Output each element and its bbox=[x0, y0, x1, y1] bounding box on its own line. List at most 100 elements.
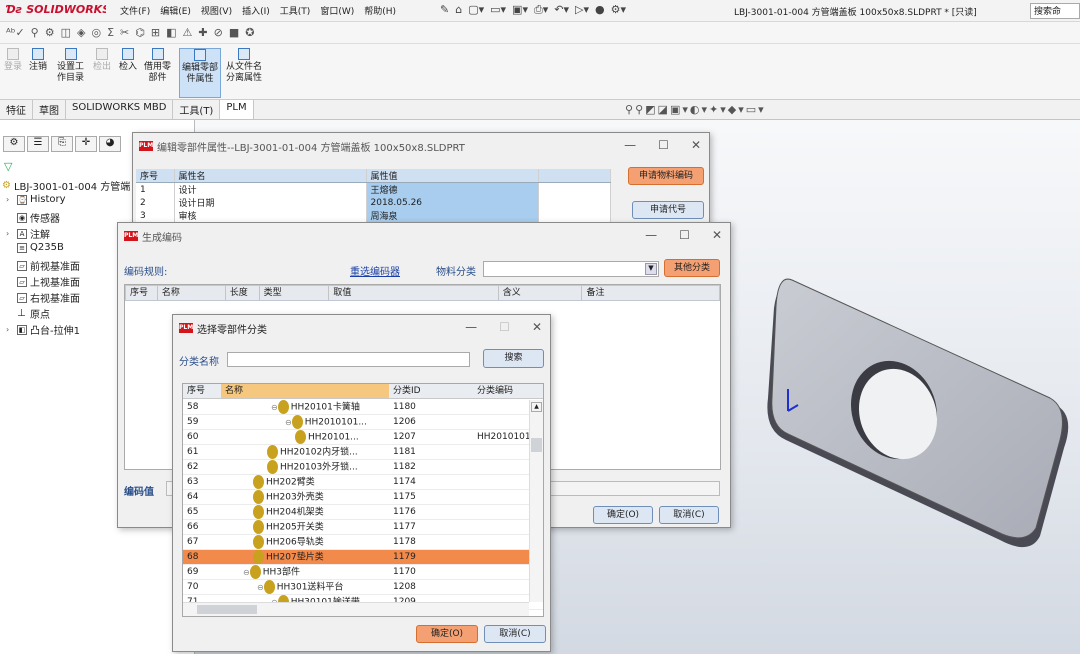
table-row[interactable]: 65 HH204机架类 1176 bbox=[183, 505, 543, 520]
reselect-encoder-link[interactable]: 重选编码器 bbox=[350, 263, 400, 278]
table-row[interactable]: 62 HH20103外牙锁... 1182 bbox=[183, 460, 543, 475]
new-icon[interactable]: ▢▾ bbox=[468, 3, 484, 19]
checkout-button[interactable]: 检出 bbox=[93, 48, 111, 73]
menu-insert[interactable]: 插入(I) bbox=[242, 4, 270, 18]
rebuild-icon[interactable]: ● bbox=[595, 3, 605, 19]
table-row[interactable]: 1 设计 王熔德 bbox=[136, 182, 611, 196]
ok-button[interactable]: 确定(O) bbox=[593, 506, 653, 524]
table-row[interactable]: 59 ⊖ HH2010101... 1206 bbox=[183, 415, 543, 430]
property-value[interactable]: 周海泉 bbox=[366, 209, 539, 222]
tab-plm[interactable]: PLM bbox=[220, 100, 254, 119]
select-icon[interactable]: ▷▾ bbox=[575, 3, 589, 19]
vertical-scrollbar[interactable]: ▲ bbox=[529, 400, 543, 602]
close-icon[interactable]: ✕ bbox=[691, 138, 701, 152]
tool-icon[interactable]: ■ bbox=[229, 26, 239, 39]
apply-material-code-button[interactable]: 申请物料编码 bbox=[628, 167, 704, 185]
menu-window[interactable]: 窗口(W) bbox=[320, 4, 354, 18]
table-row[interactable]: 63 HH202臂类 1174 bbox=[183, 475, 543, 490]
hide-icon[interactable]: ✦▾ bbox=[709, 103, 728, 116]
tree-root[interactable]: ⚙ LBJ-3001-01-004 方管端 bbox=[2, 178, 130, 193]
tree-item-front-plane[interactable]: ▱ 前视基准面 bbox=[6, 258, 80, 273]
collapse-icon[interactable]: ⊖ bbox=[281, 418, 292, 427]
expand-arrow-icon[interactable]: › bbox=[6, 229, 14, 238]
close-icon[interactable]: ✕ bbox=[712, 228, 722, 242]
tool-icon[interactable]: ◫ bbox=[61, 26, 71, 39]
logout-button[interactable]: 注销 bbox=[29, 48, 47, 73]
appearance-icon[interactable]: ◆▾ bbox=[728, 103, 746, 116]
open-icon[interactable]: ▭▾ bbox=[490, 3, 506, 19]
menu-edit[interactable]: 编辑(E) bbox=[160, 4, 191, 18]
table-row[interactable]: 66 HH205开关类 1177 bbox=[183, 520, 543, 535]
save-icon[interactable]: ▣▾ bbox=[512, 3, 528, 19]
options-icon[interactable]: ⚙▾ bbox=[611, 3, 626, 19]
set-workdir-button[interactable]: 设置工 作目录 bbox=[57, 48, 84, 84]
tree-item-top-plane[interactable]: ▱ 上视基准面 bbox=[6, 274, 80, 289]
tool-icon[interactable]: ⌬ bbox=[135, 26, 145, 39]
expand-arrow-icon[interactable]: › bbox=[6, 195, 14, 204]
maximize-icon[interactable]: ☐ bbox=[499, 320, 510, 334]
tree-item-right-plane[interactable]: ▱ 右视基准面 bbox=[6, 290, 80, 305]
tab-features[interactable]: 特征 bbox=[0, 100, 33, 119]
h-scroll-thumb[interactable] bbox=[197, 605, 257, 614]
tree-item-sensors[interactable]: ◉ 传感器 bbox=[6, 210, 60, 225]
filter-icon[interactable]: ▽ bbox=[4, 160, 12, 173]
tab-mbd[interactable]: SOLIDWORKS MBD bbox=[66, 100, 174, 119]
login-button[interactable]: 登录 bbox=[4, 48, 22, 73]
tool-icon[interactable]: ✂ bbox=[120, 26, 129, 39]
home-icon[interactable]: ⌂ bbox=[455, 3, 462, 19]
tool-icon[interactable]: ⚲ bbox=[31, 26, 39, 39]
spell-icon[interactable]: ᴬᵇ✓ bbox=[6, 26, 25, 39]
table-row[interactable]: 69 ⊖ HH3部件 1170 bbox=[183, 565, 543, 580]
print-icon[interactable]: ⎙▾ bbox=[534, 3, 548, 19]
tree-item-origin[interactable]: ⊥ 原点 bbox=[6, 306, 50, 321]
search-button[interactable]: 搜索 bbox=[483, 349, 544, 368]
tool-icon[interactable]: ⊘ bbox=[214, 26, 223, 39]
checkin-button[interactable]: 检入 bbox=[119, 48, 137, 73]
menu-help[interactable]: 帮助(H) bbox=[364, 4, 396, 18]
view-icon[interactable]: ◩ bbox=[645, 103, 657, 116]
tool-icon[interactable]: ✪ bbox=[245, 26, 254, 39]
tree-item-material[interactable]: ≡ Q235B bbox=[6, 242, 64, 253]
cancel-button[interactable]: 取消(C) bbox=[484, 625, 546, 643]
collapse-icon[interactable]: ⊖ bbox=[253, 583, 264, 592]
minimize-icon[interactable]: — bbox=[645, 228, 657, 242]
scroll-up-icon[interactable]: ▲ bbox=[531, 402, 542, 412]
tool-icon[interactable]: ◈ bbox=[77, 26, 85, 39]
minimize-icon[interactable]: — bbox=[465, 320, 477, 334]
property-tab-icon[interactable]: ☰ bbox=[27, 136, 49, 152]
category-select[interactable]: ▼ bbox=[483, 261, 659, 277]
table-row[interactable]: 70 ⊖ HH301送料平台 1208 bbox=[183, 580, 543, 595]
part-model-3d[interactable] bbox=[764, 278, 1076, 552]
collapse-icon[interactable]: ⊖ bbox=[239, 568, 250, 577]
apply-code-button[interactable]: 申请代号 bbox=[632, 201, 704, 219]
dim-tab-icon[interactable]: ✛ bbox=[75, 136, 97, 152]
table-row[interactable]: 60 HH20101... 1207 HH20101010 bbox=[183, 430, 543, 445]
tool-icon[interactable]: ⚠ bbox=[183, 26, 193, 39]
feature-tree-tab-icon[interactable]: ⚙ bbox=[3, 136, 25, 152]
ok-button[interactable]: 确定(O) bbox=[416, 625, 478, 643]
table-row[interactable]: 61 HH20102内牙锁... 1181 bbox=[183, 445, 543, 460]
split-filename-button[interactable]: 从文件名 分离属性 bbox=[226, 48, 262, 84]
table-row[interactable]: 67 HH206导轨类 1178 bbox=[183, 535, 543, 550]
close-icon[interactable]: ✕ bbox=[532, 320, 542, 334]
maximize-icon[interactable]: ☐ bbox=[679, 228, 690, 242]
appearance-tab-icon[interactable]: ◕ bbox=[99, 136, 121, 152]
tree-item-boss-extrude[interactable]: › ◧ 凸台-拉伸1 bbox=[6, 322, 80, 337]
zoom-icon[interactable]: ⚲ bbox=[625, 103, 635, 116]
tool-icon[interactable]: ⊞ bbox=[151, 26, 160, 39]
display-icon[interactable]: ◐▾ bbox=[690, 103, 709, 116]
monitor-icon[interactable]: ▭▾ bbox=[746, 103, 766, 116]
undo-icon[interactable]: ↶▾ bbox=[554, 3, 569, 19]
tool-icon[interactable]: ◎ bbox=[91, 26, 101, 39]
expand-arrow-icon[interactable]: › bbox=[6, 325, 14, 334]
menu-tools[interactable]: 工具(T) bbox=[280, 4, 311, 18]
table-row[interactable]: 64 HH203外壳类 1175 bbox=[183, 490, 543, 505]
search-input[interactable]: 搜索命 bbox=[1030, 3, 1080, 19]
menu-file[interactable]: 文件(F) bbox=[120, 4, 150, 18]
sum-icon[interactable]: Σ bbox=[107, 26, 114, 39]
scroll-thumb[interactable] bbox=[531, 438, 542, 452]
section-icon[interactable]: ◪ bbox=[658, 103, 670, 116]
cancel-button[interactable]: 取消(C) bbox=[659, 506, 719, 524]
edit-part-props-button[interactable]: 编辑零部 件属性 bbox=[179, 48, 222, 98]
collapse-icon[interactable]: ⊖ bbox=[267, 403, 278, 412]
